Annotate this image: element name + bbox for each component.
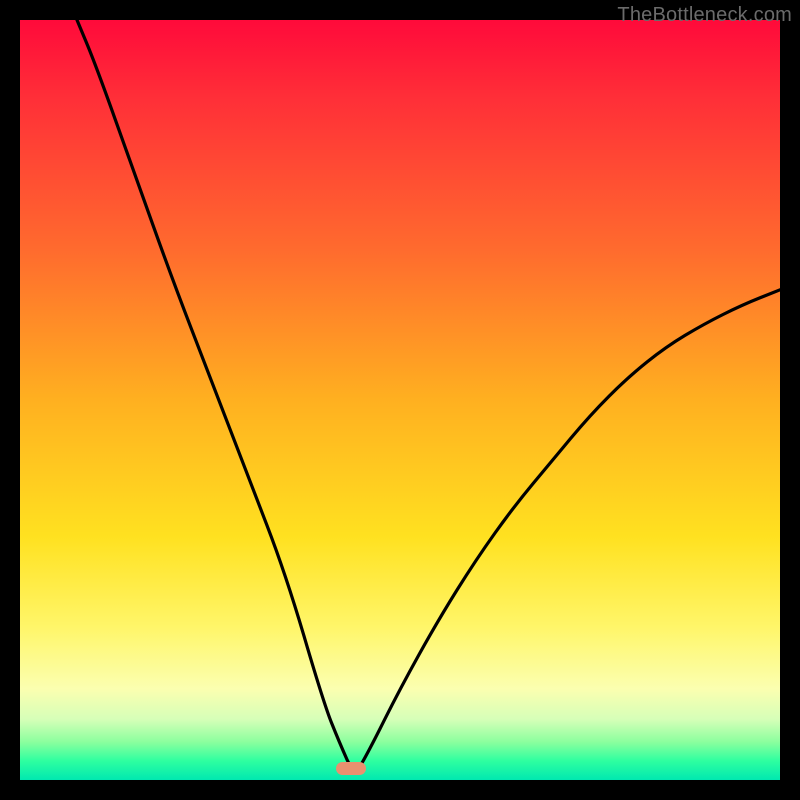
chart-frame: TheBottleneck.com (0, 0, 800, 800)
optimal-point-marker (336, 762, 366, 775)
bottleneck-curve (20, 20, 780, 780)
plot-area (20, 20, 780, 780)
